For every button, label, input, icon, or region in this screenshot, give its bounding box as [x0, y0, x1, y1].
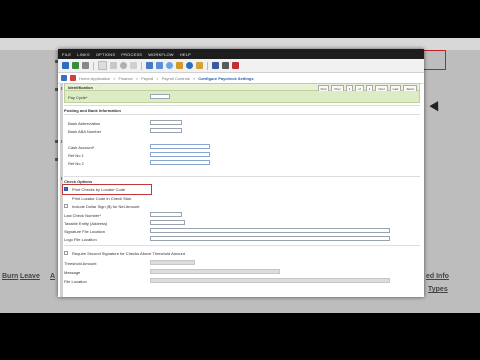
configure-paycheck-settings-window: FILE LINKS OPTIONS PROCESS WORKFLOW HELP…	[58, 49, 424, 297]
identification-section-body	[64, 91, 420, 103]
breadcrumb-separator: >	[113, 75, 116, 81]
ref1-label: Ref No 1	[68, 153, 84, 158]
print-by-locator-checkbox[interactable]	[64, 187, 68, 191]
print-by-locator-label: Print Checks by Locator Code	[72, 187, 126, 192]
menu-bar: FILE LINKS OPTIONS PROCESS WORKFLOW HELP	[58, 49, 424, 59]
taxable-entity-label: Taxable Entity (Address)	[64, 221, 108, 226]
bank-aba-input[interactable]	[150, 128, 182, 133]
copy-icon[interactable]	[110, 62, 117, 69]
signature-file-label: Signature File Location	[64, 229, 105, 234]
filter-icon[interactable]	[130, 62, 137, 69]
pay-cycle-label: Pay Cycle*	[68, 95, 88, 100]
section-divider	[64, 105, 420, 106]
menu-workflow[interactable]: WORKFLOW	[148, 52, 174, 57]
logo-file-input[interactable]	[150, 236, 390, 241]
export-icon[interactable]	[232, 62, 239, 69]
breadcrumb-item[interactable]: Finance	[118, 76, 132, 81]
section-divider	[64, 245, 420, 246]
identification-title: Identification	[68, 84, 93, 90]
menu-links[interactable]: LINKS	[77, 52, 90, 57]
file-location-input	[150, 278, 390, 283]
ref1-input[interactable]	[150, 152, 210, 157]
second-signature-label: Require Second Signature for Checks Abov…	[72, 251, 185, 256]
pay-cycle-input[interactable]	[150, 94, 170, 99]
message-label: Message	[64, 270, 81, 275]
message-input	[150, 269, 280, 274]
section-divider	[64, 114, 420, 115]
menu-options[interactable]: OPTIONS	[96, 52, 115, 57]
cash-account-label: Cash Account*	[68, 145, 95, 150]
logo-file-label: Logo File Location	[64, 237, 97, 242]
background-link-a[interactable]: A	[50, 273, 55, 280]
section-divider	[64, 176, 420, 177]
menu-file[interactable]: FILE	[62, 52, 71, 57]
scroll-marker	[61, 87, 62, 90]
search-icon[interactable]	[120, 62, 127, 69]
toolbar-divider	[93, 61, 94, 70]
breadcrumb-item[interactable]: Payroll Controls	[162, 76, 190, 81]
bank-abbreviation-input[interactable]	[150, 120, 182, 125]
menu-process[interactable]: PROCESS	[121, 52, 142, 57]
breadcrumb-separator: >	[135, 75, 139, 81]
threshold-label: Threshold Amount	[64, 261, 97, 266]
taxable-entity-input[interactable]	[150, 220, 185, 225]
save-icon[interactable]	[62, 62, 69, 69]
second-signature-checkbox[interactable]	[64, 251, 68, 255]
pencil-icon[interactable]	[176, 62, 183, 69]
ref2-label: Ref No 2	[68, 161, 84, 166]
print-locator-on-stub-label: Print Locator Code in Check Stub	[72, 196, 132, 201]
bank-aba-label: Bank ABA Number	[68, 129, 102, 134]
monitor-icon[interactable]	[146, 62, 153, 69]
signature-file-input[interactable]	[150, 228, 390, 233]
menu-help[interactable]: HELP	[180, 52, 191, 57]
breadcrumb-item[interactable]: Home Application	[79, 76, 110, 81]
add-record-icon[interactable]	[156, 62, 163, 69]
breadcrumb-item[interactable]: Payroll	[141, 76, 153, 81]
breadcrumb-separator: >	[192, 75, 196, 81]
home-icon[interactable]	[61, 75, 67, 81]
background-link-burn[interactable]: Burn	[2, 273, 18, 280]
form-content: Identification First Prev 1 of 1 Next La…	[58, 83, 424, 297]
chart-icon[interactable]	[212, 62, 219, 69]
posting-section-title: Posting and Bank Information	[64, 108, 121, 113]
file-location-label: File Location	[64, 279, 87, 284]
grid-icon[interactable]	[72, 62, 79, 69]
breadcrumb-separator: >	[156, 75, 159, 81]
ref2-input[interactable]	[150, 160, 210, 165]
background-link-types[interactable]: Types	[428, 286, 448, 293]
breadcrumb-current: Configure Paycheck Settings	[198, 75, 254, 81]
print-icon[interactable]	[222, 62, 229, 69]
folder-icon[interactable]	[196, 62, 203, 69]
cash-account-input[interactable]	[150, 144, 210, 149]
bank-abbreviation-label: Bank Abbreviation	[68, 121, 101, 126]
threshold-input	[150, 260, 195, 265]
toolbar-divider	[207, 61, 208, 70]
last-check-input[interactable]	[150, 212, 182, 217]
toolbar	[58, 59, 424, 73]
background-link-leave[interactable]: Leave	[20, 273, 40, 280]
globe-icon[interactable]	[166, 62, 173, 69]
document-icon[interactable]	[98, 61, 107, 70]
scroll-marker	[61, 177, 62, 180]
identification-section-header: Identification First Prev 1 of 1 Next La…	[64, 83, 420, 92]
help-icon[interactable]	[186, 62, 193, 69]
dollar-sign-checkbox[interactable]	[64, 204, 68, 208]
background-link-info[interactable]: ed Info	[426, 273, 449, 280]
refresh-icon[interactable]	[82, 62, 89, 69]
toolbar-divider	[141, 61, 142, 70]
favorites-icon[interactable]	[70, 75, 76, 81]
scroll-marker	[61, 140, 62, 143]
last-check-label: Last Check Number*	[64, 213, 101, 218]
dollar-sign-label: Include Dollar Sign ($) for Net Amount	[72, 204, 140, 209]
